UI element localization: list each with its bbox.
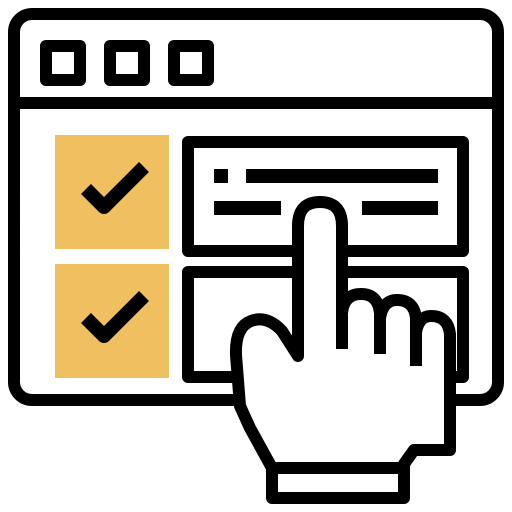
text-line-icon <box>246 169 438 183</box>
window-control-icon <box>168 40 214 86</box>
window-control-icon <box>40 40 86 86</box>
online-checklist-illustration <box>0 0 512 512</box>
window-controls <box>40 40 214 86</box>
checklist-item-2 <box>55 264 169 378</box>
text-line-icon <box>214 169 228 183</box>
window-control-icon <box>104 40 150 86</box>
text-line-icon <box>214 201 281 215</box>
browser-window-icon <box>8 8 504 504</box>
checklist-item-1 <box>55 135 169 249</box>
text-line-icon <box>362 201 438 215</box>
